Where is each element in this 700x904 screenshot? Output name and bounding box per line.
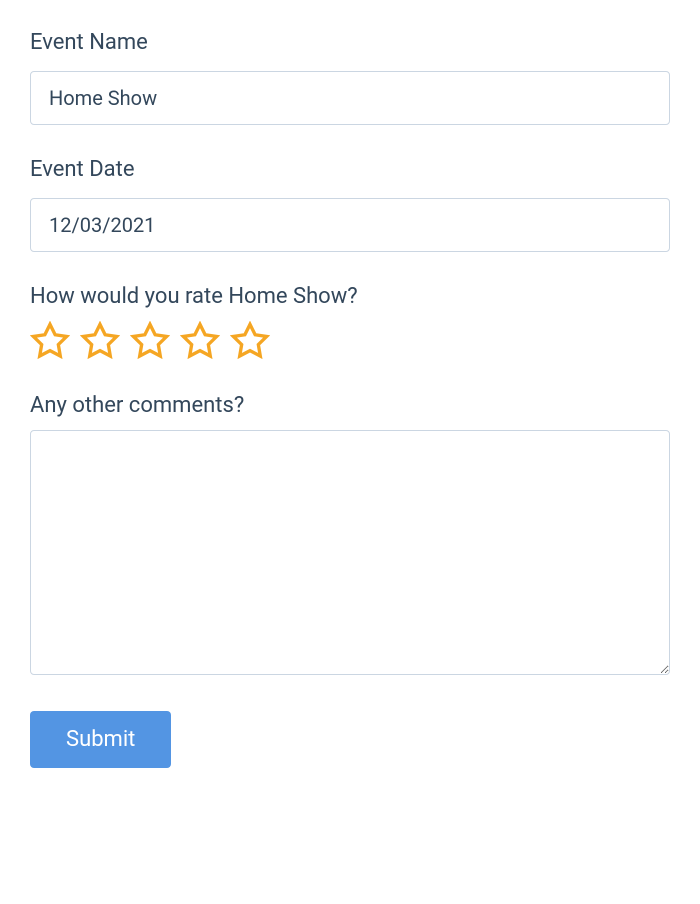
event-name-input[interactable] (30, 71, 670, 125)
event-date-label: Event Date (30, 157, 670, 182)
event-feedback-form: Event Name Event Date How would you rate… (30, 30, 670, 768)
comments-label: Any other comments? (30, 393, 670, 418)
date-input-wrapper (30, 198, 670, 252)
comments-textarea[interactable] (30, 430, 670, 675)
star-icon[interactable] (30, 321, 70, 361)
event-name-group: Event Name (30, 30, 670, 125)
event-date-group: Event Date (30, 157, 670, 252)
star-icon[interactable] (230, 321, 270, 361)
event-date-input[interactable] (30, 198, 670, 252)
event-name-label: Event Name (30, 30, 670, 55)
rating-group: How would you rate Home Show? (30, 284, 670, 361)
submit-button[interactable]: Submit (30, 711, 171, 768)
rating-stars (30, 321, 670, 361)
rating-label: How would you rate Home Show? (30, 284, 670, 309)
star-icon[interactable] (180, 321, 220, 361)
star-icon[interactable] (130, 321, 170, 361)
comments-group: Any other comments? (30, 393, 670, 679)
star-icon[interactable] (80, 321, 120, 361)
